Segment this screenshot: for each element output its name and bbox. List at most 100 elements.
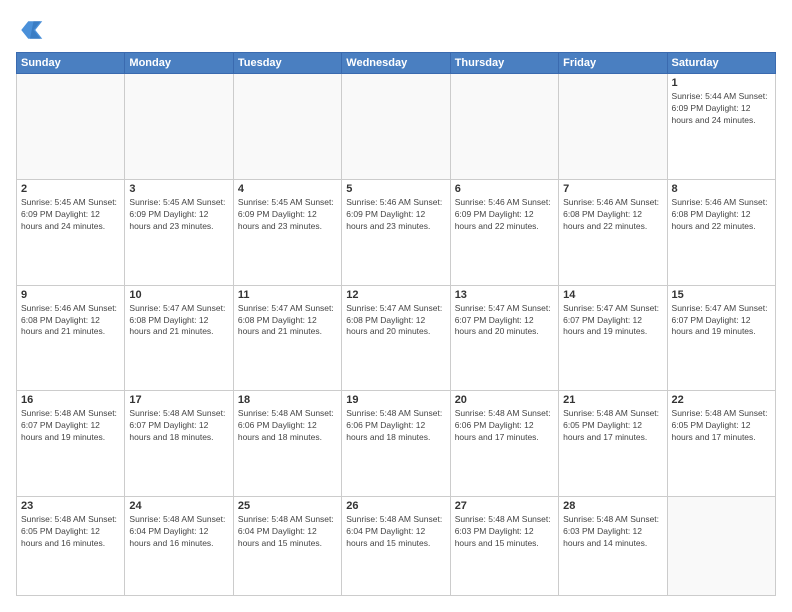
day-info: Sunrise: 5:48 AM Sunset: 6:06 PM Dayligh… bbox=[455, 408, 554, 444]
logo bbox=[16, 16, 48, 44]
calendar-cell: 8 Sunrise: 5:46 AM Sunset: 6:08 PM Daylig… bbox=[667, 179, 775, 285]
calendar-cell: 17 Sunrise: 5:48 AM Sunset: 6:07 PM Dayli… bbox=[125, 391, 233, 497]
day-info: Sunrise: 5:48 AM Sunset: 6:03 PM Dayligh… bbox=[455, 514, 554, 550]
weekday-header-monday: Monday bbox=[125, 53, 233, 74]
weekday-header-tuesday: Tuesday bbox=[233, 53, 341, 74]
day-number: 4 bbox=[238, 183, 337, 195]
day-number: 15 bbox=[672, 289, 771, 301]
day-info: Sunrise: 5:48 AM Sunset: 6:05 PM Dayligh… bbox=[672, 408, 771, 444]
day-info: Sunrise: 5:46 AM Sunset: 6:09 PM Dayligh… bbox=[346, 197, 445, 233]
weekday-header-saturday: Saturday bbox=[667, 53, 775, 74]
day-number: 11 bbox=[238, 289, 337, 301]
day-number: 10 bbox=[129, 289, 228, 301]
calendar-cell: 10 Sunrise: 5:47 AM Sunset: 6:08 PM Dayli… bbox=[125, 285, 233, 391]
day-number: 6 bbox=[455, 183, 554, 195]
calendar-cell: 12 Sunrise: 5:47 AM Sunset: 6:08 PM Dayli… bbox=[342, 285, 450, 391]
logo-icon bbox=[16, 16, 44, 44]
calendar-cell: 3Sunrise: 5:45 AM Sunset: 6:09 PM Daylig… bbox=[125, 179, 233, 285]
day-number: 27 bbox=[455, 500, 554, 512]
day-info: Sunrise: 5:45 AM Sunset: 6:09 PM Dayligh… bbox=[21, 197, 120, 233]
calendar-cell: 14 Sunrise: 5:47 AM Sunset: 6:07 PM Dayli… bbox=[559, 285, 667, 391]
calendar-cell bbox=[233, 74, 341, 180]
day-number: 19 bbox=[346, 394, 445, 406]
calendar-table: SundayMondayTuesdayWednesdayThursdayFrid… bbox=[16, 52, 776, 596]
day-number: 26 bbox=[346, 500, 445, 512]
calendar-cell: 28 Sunrise: 5:48 AM Sunset: 6:03 PM Dayli… bbox=[559, 497, 667, 596]
day-number: 8 bbox=[672, 183, 771, 195]
week-row-5: 23 Sunrise: 5:48 AM Sunset: 6:05 PM Dayli… bbox=[17, 497, 776, 596]
day-number: 7 bbox=[563, 183, 662, 195]
calendar-cell bbox=[559, 74, 667, 180]
day-info: Sunrise: 5:46 AM Sunset: 6:08 PM Dayligh… bbox=[21, 303, 120, 339]
calendar-cell: 6 Sunrise: 5:46 AM Sunset: 6:09 PM Daylig… bbox=[450, 179, 558, 285]
day-info: Sunrise: 5:48 AM Sunset: 6:05 PM Dayligh… bbox=[563, 408, 662, 444]
day-number: 22 bbox=[672, 394, 771, 406]
day-info: Sunrise: 5:45 AM Sunset: 6:09 PM Dayligh… bbox=[129, 197, 228, 233]
day-number: 17 bbox=[129, 394, 228, 406]
day-info: Sunrise: 5:46 AM Sunset: 6:09 PM Dayligh… bbox=[455, 197, 554, 233]
day-number: 12 bbox=[346, 289, 445, 301]
weekday-header-friday: Friday bbox=[559, 53, 667, 74]
day-number: 28 bbox=[563, 500, 662, 512]
weekday-header-sunday: Sunday bbox=[17, 53, 125, 74]
page: SundayMondayTuesdayWednesdayThursdayFrid… bbox=[0, 0, 792, 612]
day-number: 14 bbox=[563, 289, 662, 301]
calendar-cell: 13 Sunrise: 5:47 AM Sunset: 6:07 PM Dayli… bbox=[450, 285, 558, 391]
day-number: 24 bbox=[129, 500, 228, 512]
week-row-4: 16 Sunrise: 5:48 AM Sunset: 6:07 PM Dayli… bbox=[17, 391, 776, 497]
calendar-cell bbox=[667, 497, 775, 596]
calendar-cell: 21 Sunrise: 5:48 AM Sunset: 6:05 PM Dayli… bbox=[559, 391, 667, 497]
day-info: Sunrise: 5:48 AM Sunset: 6:06 PM Dayligh… bbox=[238, 408, 337, 444]
day-info: Sunrise: 5:48 AM Sunset: 6:03 PM Dayligh… bbox=[563, 514, 662, 550]
day-info: Sunrise: 5:47 AM Sunset: 6:08 PM Dayligh… bbox=[129, 303, 228, 339]
day-info: Sunrise: 5:48 AM Sunset: 6:05 PM Dayligh… bbox=[21, 514, 120, 550]
day-number: 5 bbox=[346, 183, 445, 195]
day-number: 1 bbox=[672, 77, 771, 89]
weekday-header-thursday: Thursday bbox=[450, 53, 558, 74]
day-info: Sunrise: 5:48 AM Sunset: 6:07 PM Dayligh… bbox=[129, 408, 228, 444]
calendar-cell: 4Sunrise: 5:45 AM Sunset: 6:09 PM Daylig… bbox=[233, 179, 341, 285]
calendar-cell: 11Sunrise: 5:47 AM Sunset: 6:08 PM Dayli… bbox=[233, 285, 341, 391]
day-number: 13 bbox=[455, 289, 554, 301]
calendar-cell: 26 Sunrise: 5:48 AM Sunset: 6:04 PM Dayli… bbox=[342, 497, 450, 596]
calendar-cell bbox=[450, 74, 558, 180]
calendar-cell: 16 Sunrise: 5:48 AM Sunset: 6:07 PM Dayli… bbox=[17, 391, 125, 497]
calendar-cell: 7 Sunrise: 5:46 AM Sunset: 6:08 PM Daylig… bbox=[559, 179, 667, 285]
calendar-cell: 24Sunrise: 5:48 AM Sunset: 6:04 PM Dayli… bbox=[125, 497, 233, 596]
day-number: 16 bbox=[21, 394, 120, 406]
day-info: Sunrise: 5:48 AM Sunset: 6:04 PM Dayligh… bbox=[346, 514, 445, 550]
calendar-cell: 1Sunrise: 5:44 AM Sunset: 6:09 PM Daylig… bbox=[667, 74, 775, 180]
weekday-header-row: SundayMondayTuesdayWednesdayThursdayFrid… bbox=[17, 53, 776, 74]
calendar-cell: 9 Sunrise: 5:46 AM Sunset: 6:08 PM Daylig… bbox=[17, 285, 125, 391]
calendar-cell bbox=[342, 74, 450, 180]
day-number: 2 bbox=[21, 183, 120, 195]
day-info: Sunrise: 5:46 AM Sunset: 6:08 PM Dayligh… bbox=[672, 197, 771, 233]
calendar-cell bbox=[17, 74, 125, 180]
calendar-cell: 19 Sunrise: 5:48 AM Sunset: 6:06 PM Dayli… bbox=[342, 391, 450, 497]
day-info: Sunrise: 5:47 AM Sunset: 6:07 PM Dayligh… bbox=[455, 303, 554, 339]
week-row-3: 9 Sunrise: 5:46 AM Sunset: 6:08 PM Daylig… bbox=[17, 285, 776, 391]
header bbox=[16, 16, 776, 44]
day-info: Sunrise: 5:47 AM Sunset: 6:08 PM Dayligh… bbox=[346, 303, 445, 339]
calendar-cell: 2 Sunrise: 5:45 AM Sunset: 6:09 PM Daylig… bbox=[17, 179, 125, 285]
calendar-cell: 18Sunrise: 5:48 AM Sunset: 6:06 PM Dayli… bbox=[233, 391, 341, 497]
calendar-cell: 15 Sunrise: 5:47 AM Sunset: 6:07 PM Dayli… bbox=[667, 285, 775, 391]
calendar-cell: 25Sunrise: 5:48 AM Sunset: 6:04 PM Dayli… bbox=[233, 497, 341, 596]
day-number: 9 bbox=[21, 289, 120, 301]
day-number: 23 bbox=[21, 500, 120, 512]
day-info: Sunrise: 5:47 AM Sunset: 6:07 PM Dayligh… bbox=[672, 303, 771, 339]
calendar-cell: 27 Sunrise: 5:48 AM Sunset: 6:03 PM Dayli… bbox=[450, 497, 558, 596]
day-number: 20 bbox=[455, 394, 554, 406]
week-row-1: 1Sunrise: 5:44 AM Sunset: 6:09 PM Daylig… bbox=[17, 74, 776, 180]
calendar-cell: 5 Sunrise: 5:46 AM Sunset: 6:09 PM Daylig… bbox=[342, 179, 450, 285]
day-number: 21 bbox=[563, 394, 662, 406]
weekday-header-wednesday: Wednesday bbox=[342, 53, 450, 74]
week-row-2: 2 Sunrise: 5:45 AM Sunset: 6:09 PM Daylig… bbox=[17, 179, 776, 285]
day-info: Sunrise: 5:47 AM Sunset: 6:07 PM Dayligh… bbox=[563, 303, 662, 339]
day-info: Sunrise: 5:48 AM Sunset: 6:06 PM Dayligh… bbox=[346, 408, 445, 444]
day-info: Sunrise: 5:48 AM Sunset: 6:07 PM Dayligh… bbox=[21, 408, 120, 444]
day-info: Sunrise: 5:46 AM Sunset: 6:08 PM Dayligh… bbox=[563, 197, 662, 233]
day-number: 25 bbox=[238, 500, 337, 512]
calendar-cell bbox=[125, 74, 233, 180]
calendar-cell: 20 Sunrise: 5:48 AM Sunset: 6:06 PM Dayli… bbox=[450, 391, 558, 497]
